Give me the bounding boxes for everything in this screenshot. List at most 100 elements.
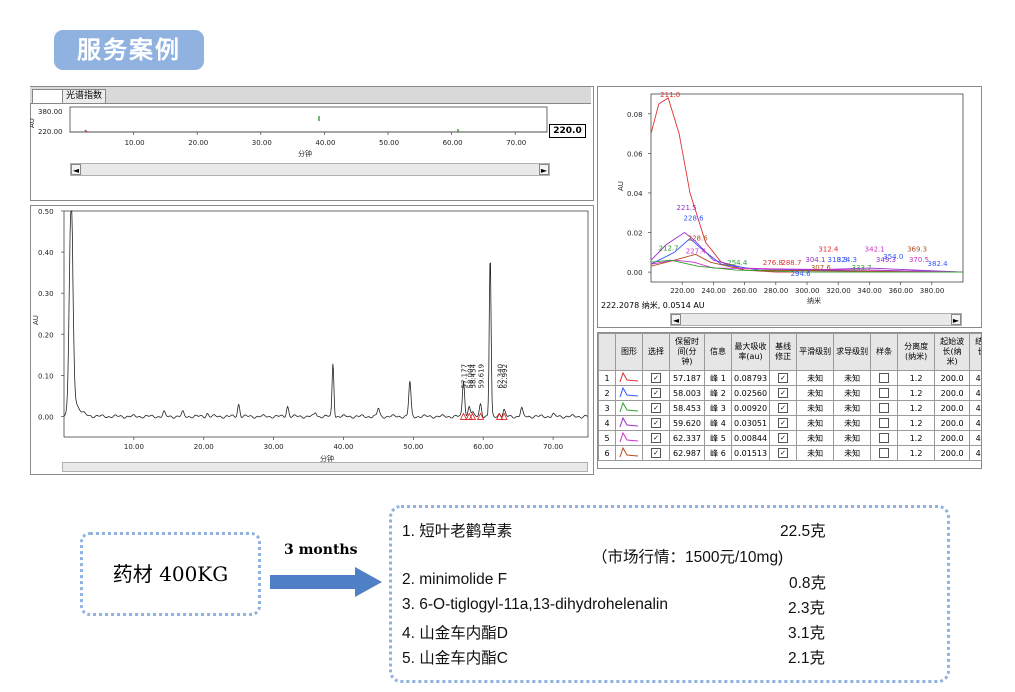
table-header[interactable]: 平滑级别 [796, 333, 835, 371]
wavelength-field[interactable]: 220.0 [549, 124, 586, 138]
table-cell: 200.0 [934, 400, 971, 416]
scroll-left-button[interactable]: ◄ [71, 164, 81, 175]
checkbox[interactable]: ✓ [642, 445, 670, 461]
overview-x-tick-label: 20.00 [188, 139, 208, 147]
checkbox[interactable]: ✓ [769, 370, 798, 386]
peak-table-panel: 图形 选择 保留时间(分钟) 信息 最大吸收率(au) 基线修正 平滑级别 求导级别 样条 分离度… [597, 332, 982, 469]
table-header[interactable]: 保留时间(分钟) [669, 333, 705, 371]
table-cell: 0.02560 [730, 385, 771, 401]
checkbox[interactable]: ✓ [642, 385, 670, 401]
tab-bar: 光谱指数 [30, 87, 591, 104]
table-row[interactable]: 3✓58.453峰 30.00920✓未知未知1.2200.0400.0 [598, 400, 981, 416]
checkbox[interactable] [870, 385, 899, 401]
table-cell: 6 [598, 445, 616, 461]
table-row[interactable]: 5✓62.337峰 50.00844✓未知未知1.2200.0400.0 [598, 430, 981, 446]
spectrum-scroll-right[interactable]: ► [951, 314, 961, 325]
peak-label: 62.992 [501, 364, 509, 389]
table-cell: 62.337 [669, 430, 705, 446]
spec-y-tick-label: 0.00 [627, 269, 643, 277]
spec-x-tick-label: 320.00 [826, 287, 851, 295]
overview-x-tick-label: 40.00 [315, 139, 335, 147]
result-3-amount: 2.3克 [788, 600, 826, 617]
table-header[interactable]: 选择 [642, 333, 670, 371]
overview-x-tick-label: 50.00 [379, 139, 399, 147]
table-header[interactable]: 样条 [870, 333, 899, 371]
table-row[interactable]: 1✓57.187峰 10.08793✓未知未知1.2200.0400.0 [598, 370, 981, 386]
table-header[interactable] [598, 333, 616, 371]
table-cell: 400.0 [969, 430, 981, 446]
checkbox[interactable] [870, 370, 899, 386]
checkbox[interactable]: ✓ [769, 445, 798, 461]
table-cell: 400.0 [969, 445, 981, 461]
chrom-x-tick-label: 10.00 [124, 443, 144, 451]
checkbox[interactable]: ✓ [642, 430, 670, 446]
checkbox[interactable]: ✓ [642, 415, 670, 431]
curve-thumbnail [615, 430, 643, 446]
table-header[interactable]: 图形 [615, 333, 643, 371]
table-header[interactable]: 结束波长(纳米) [969, 333, 981, 371]
chrom-x-tick-label: 60.00 [473, 443, 493, 451]
peak-label: 58.454 [469, 363, 477, 388]
curve-thumbnail [615, 445, 643, 461]
overview-chart: AU 380.00 220.00 10.00 20.00 30.00 40.00 50.… [30, 106, 548, 158]
overview-ytick-bottom: 220.00 [38, 128, 63, 136]
tab-spectrum-index[interactable]: 光谱指数 [62, 89, 107, 103]
checkbox[interactable] [870, 400, 899, 416]
table-header[interactable]: 起始波长(纳米) [934, 333, 971, 371]
curve-thumbnail [615, 400, 643, 416]
table-header[interactable]: 信息 [704, 333, 732, 371]
market-price-note: （市场行情：1500元/10mg) [592, 549, 784, 566]
result-2-name: 2. minimolide F [402, 571, 508, 588]
table-cell: 未知 [833, 430, 872, 446]
checkbox[interactable]: ✓ [769, 385, 798, 401]
table-cell: 58.453 [669, 400, 705, 416]
spectrum-annotation: 228.6 [684, 215, 705, 223]
chrom-y-label: AU [32, 315, 40, 325]
table-header[interactable]: 分离度(纳米) [897, 333, 936, 371]
spectrum-annotation: 212.7 [659, 244, 679, 252]
checkbox[interactable]: ✓ [769, 430, 798, 446]
table-cell: 3 [598, 400, 616, 416]
spectrum-annotation: 304.1 [805, 256, 825, 264]
overview-scrollbar[interactable]: ◄ ► [70, 163, 550, 176]
table-cell: 未知 [833, 370, 872, 386]
table-header[interactable]: 最大吸收率(au) [730, 333, 771, 371]
spectrum-annotation: 288.7 [781, 259, 801, 267]
checkbox[interactable]: ✓ [642, 370, 670, 386]
table-cell: 2 [598, 385, 616, 401]
spectrum-annotation: 294.6 [791, 270, 812, 278]
spectrum-scroll-left[interactable]: ◄ [671, 314, 681, 325]
table-cell: 200.0 [934, 370, 971, 386]
table-cell: 5 [598, 430, 616, 446]
spectrum-scrollbar[interactable]: ◄ ► [670, 313, 962, 326]
table-row[interactable]: 2✓58.003峰 20.02560✓未知未知1.2200.0400.0 [598, 385, 981, 401]
chrom-y-tick-label: 0.50 [38, 208, 54, 216]
table-header[interactable]: 基线修正 [769, 333, 798, 371]
table-cell: 1.2 [897, 385, 936, 401]
spec-y-tick-label: 0.04 [627, 190, 643, 198]
table-cell: 峰 6 [704, 445, 732, 461]
result-1-amount: 22.5克 [780, 523, 826, 540]
overview-x-tick-label: 70.00 [506, 139, 526, 147]
table-cell: 400.0 [969, 400, 981, 416]
checkbox[interactable] [870, 430, 899, 446]
checkbox[interactable] [870, 415, 899, 431]
spec-y-tick-label: 0.08 [627, 111, 643, 119]
table-cell: 0.00920 [730, 400, 771, 416]
chrom-y-tick-label: 0.30 [38, 290, 54, 298]
chromatogram-scrollbar[interactable] [62, 462, 588, 472]
table-row[interactable]: 4✓59.620峰 40.03051✓未知未知1.2200.0400.0 [598, 415, 981, 431]
spectrum-annotation: 324.3 [837, 256, 857, 264]
table-cell: 未知 [796, 430, 835, 446]
spectrum-annotation: 342.1 [865, 245, 885, 253]
table-header[interactable]: 求导级别 [833, 333, 872, 371]
checkbox[interactable]: ✓ [769, 400, 798, 416]
spec-x-tick-label: 300.00 [795, 287, 820, 295]
checkbox[interactable] [870, 445, 899, 461]
tab-chromatogram[interactable] [32, 89, 66, 103]
checkbox[interactable]: ✓ [642, 400, 670, 416]
table-row[interactable]: 6✓62.987峰 60.01513✓未知未知1.2200.0400.0 [598, 445, 981, 461]
checkbox[interactable]: ✓ [769, 415, 798, 431]
arrow-icon [270, 567, 382, 597]
scroll-right-button[interactable]: ► [539, 164, 549, 175]
